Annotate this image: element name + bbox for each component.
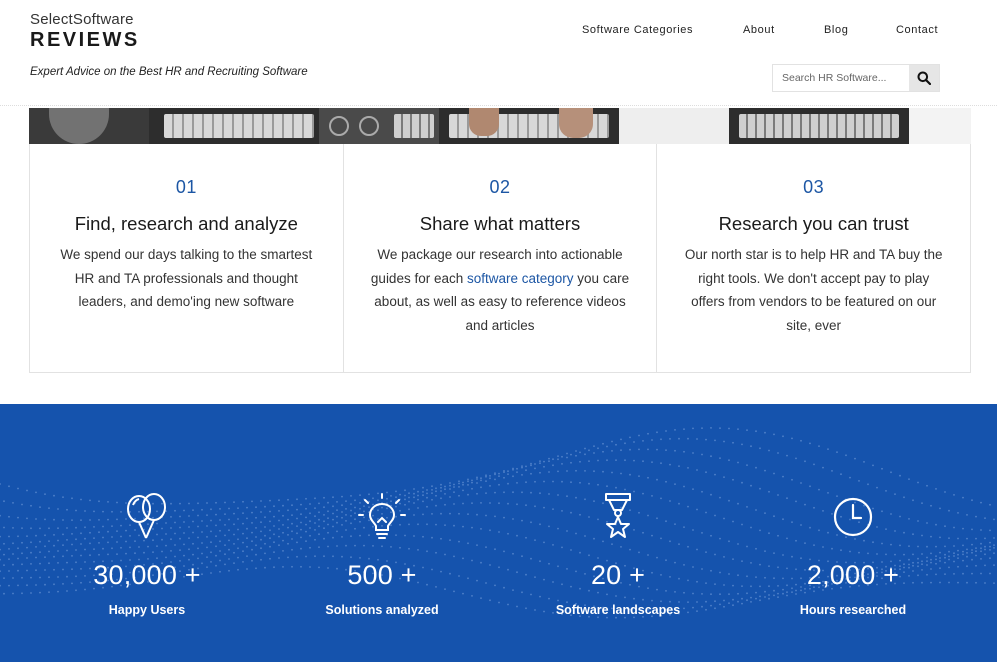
- feature-card-3: 03 Research you can trust Our north star…: [657, 144, 970, 372]
- feature-card-1: 01 Find, research and analyze We spend o…: [30, 144, 344, 372]
- clock-icon: [833, 497, 873, 537]
- nav-software-categories[interactable]: Software Categories: [582, 24, 693, 36]
- software-category-link[interactable]: software category: [467, 271, 574, 286]
- search-icon: [917, 71, 931, 85]
- stat-value: 30,000 +: [93, 560, 201, 590]
- feature-number: 02: [489, 177, 511, 197]
- nav-blog[interactable]: Blog: [824, 24, 848, 36]
- feature-description: We package our research into actionable …: [370, 243, 630, 337]
- stat-label: Happy Users: [108, 603, 186, 617]
- search-box: [772, 64, 940, 92]
- search-button[interactable]: [909, 65, 939, 91]
- stat-software-landscapes: 20 + Software landscapes: [508, 492, 728, 617]
- balloons-icon: [127, 493, 166, 539]
- feature-description: We spend our days talking to the smartes…: [60, 247, 313, 309]
- stat-value: 500 +: [347, 560, 417, 590]
- nav-contact[interactable]: Contact: [896, 24, 938, 36]
- site-header: SelectSoftware REVIEWS Expert Advice on …: [0, 0, 997, 106]
- nav-about[interactable]: About: [743, 24, 775, 36]
- logo-wordmark-main[interactable]: REVIEWS: [30, 29, 140, 52]
- feature-title: Find, research and analyze: [74, 213, 298, 234]
- search-input[interactable]: [773, 65, 911, 91]
- stat-label: Hours researched: [799, 603, 907, 617]
- stat-label: Software landscapes: [555, 603, 681, 617]
- lightbulb-icon: [358, 493, 406, 539]
- feature-card-2: 02 Share what matters We package our res…: [344, 144, 658, 372]
- stat-happy-users: 30,000 + Happy Users: [37, 492, 257, 617]
- site-tagline: Expert Advice on the Best HR and Recruit…: [30, 66, 308, 78]
- hero-keyboards-image: [29, 108, 971, 144]
- stat-value: 2,000 +: [806, 560, 900, 590]
- feature-number: 01: [175, 177, 197, 197]
- stat-value: 20 +: [590, 560, 646, 590]
- stat-hours-researched: 2,000 + Hours researched: [743, 492, 963, 617]
- feature-number: 03: [803, 177, 825, 197]
- stat-label: Solutions analyzed: [325, 603, 439, 617]
- header-divider: [0, 105, 997, 106]
- feature-title: Research you can trust: [718, 213, 909, 234]
- logo-wordmark-top[interactable]: SelectSoftware: [30, 11, 134, 28]
- stat-solutions-analyzed: 500 + Solutions analyzed: [272, 492, 492, 617]
- medal-icon: [605, 493, 631, 538]
- feature-title: Share what matters: [419, 213, 581, 234]
- features-section: 01 Find, research and analyze We spend o…: [29, 144, 971, 373]
- feature-description: Our north star is to help HR and TA buy …: [684, 247, 943, 333]
- stats-section: 30,000 + Happy Users 500 + Solutions ana…: [0, 404, 997, 662]
